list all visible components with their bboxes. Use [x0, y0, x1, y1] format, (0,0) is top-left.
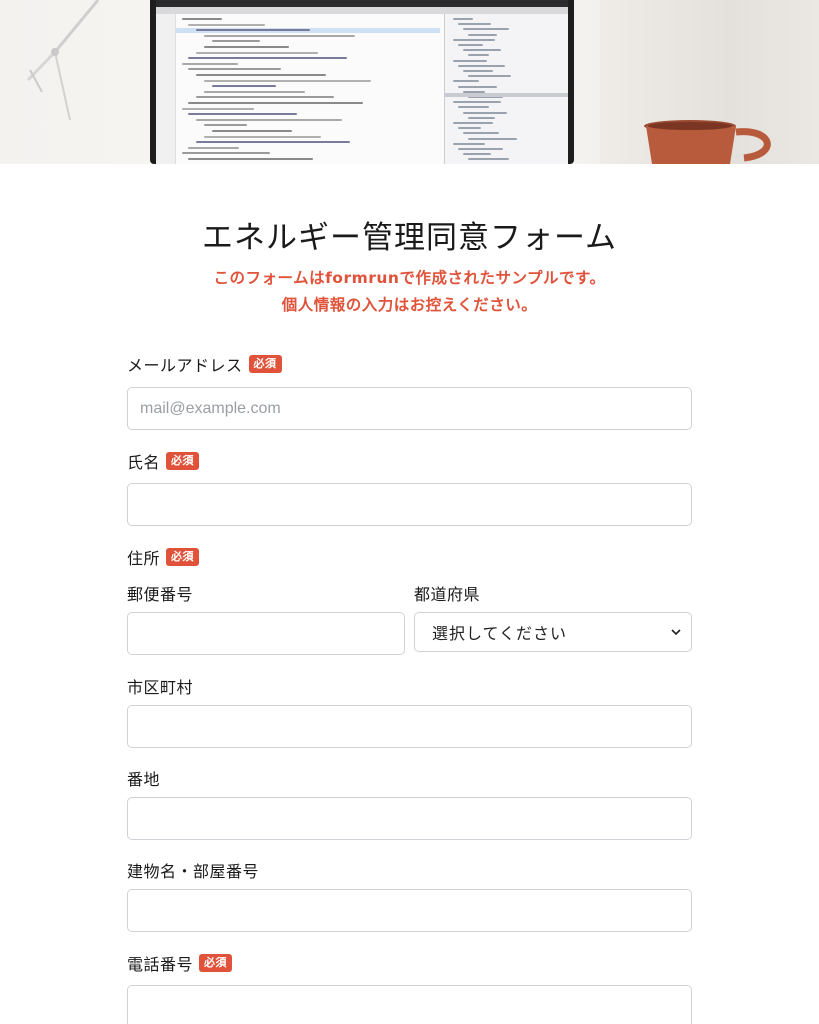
tree-item [453, 80, 479, 83]
code-line [204, 79, 371, 82]
coffee-cup-illustration [644, 120, 771, 164]
code-line [196, 74, 326, 76]
tree-item [458, 148, 503, 150]
code-line [196, 141, 350, 144]
phone-label: 電話番号 [127, 955, 194, 974]
code-line [182, 18, 222, 20]
phone-input[interactable] [127, 985, 692, 1024]
sample-notice: このフォームはformrunで作成されたサンプルです。 [213, 269, 606, 287]
ide-line-gutter [156, 14, 176, 164]
name-input[interactable] [127, 483, 692, 526]
header-photo [0, 0, 819, 164]
address-label: 住所 [127, 549, 161, 568]
tree-item [463, 111, 507, 114]
code-line [188, 102, 363, 104]
code-line [204, 124, 247, 127]
ide-project-tree [444, 14, 568, 164]
tree-item [453, 142, 485, 145]
laptop-screen [156, 0, 568, 164]
laptop [150, 0, 574, 164]
tree-item [453, 101, 501, 104]
prefecture-selected-value: 選択してください [432, 624, 568, 643]
required-badge: 必須 [166, 548, 200, 566]
email-input[interactable] [127, 387, 692, 430]
prefecture-label: 都道府県 [414, 585, 481, 604]
tree-item [453, 122, 493, 124]
code-line [204, 34, 355, 37]
ide-titlebar [156, 7, 568, 14]
postal-code-label: 郵便番号 [127, 585, 194, 604]
city-label: 市区町村 [127, 678, 194, 697]
tree-item [463, 132, 499, 135]
prefecture-select[interactable]: 選択してください [414, 612, 692, 652]
postal-code-input[interactable] [127, 612, 405, 655]
building-label: 建物名・部屋番号 [127, 862, 260, 881]
tree-item [468, 75, 511, 78]
phone-label-group: 電話番号 必須 [127, 951, 233, 975]
code-line [182, 62, 238, 65]
tree-item [468, 33, 497, 36]
tree-item [463, 153, 491, 156]
code-line [212, 40, 260, 43]
tree-item [468, 116, 495, 119]
ide-tree-selection [444, 93, 568, 97]
tree-item [453, 18, 473, 20]
code-line [212, 130, 292, 132]
code-line [182, 152, 270, 155]
code-line [188, 158, 313, 160]
tree-item [468, 158, 509, 161]
code-line [196, 96, 334, 99]
building-input[interactable] [127, 889, 692, 932]
code-line [204, 135, 321, 138]
required-badge: 必須 [248, 355, 282, 373]
code-line [188, 146, 239, 149]
code-line [188, 113, 297, 116]
city-input[interactable] [127, 705, 692, 748]
tree-item [468, 54, 489, 57]
code-line [188, 23, 265, 26]
tree-item [463, 49, 501, 52]
tree-item [458, 23, 491, 26]
tree-item [453, 59, 487, 62]
chevron-down-icon [671, 629, 681, 636]
email-label-group: メールアドレス 必須 [127, 352, 282, 376]
required-badge: 必須 [166, 452, 200, 470]
name-label: 氏名 [127, 453, 161, 472]
required-badge: 必須 [199, 954, 233, 972]
tree-item [458, 44, 483, 46]
tree-item [458, 127, 481, 130]
tree-item [458, 64, 505, 67]
code-line [182, 107, 254, 110]
code-line [188, 57, 347, 60]
code-line [204, 90, 305, 93]
code-line [196, 29, 310, 32]
address-label-group: 住所 必須 [127, 545, 200, 569]
email-label: メールアドレス [127, 356, 243, 375]
ide-code-area [178, 14, 440, 164]
privacy-notice: 個人情報の入力はお控えください。 [281, 296, 538, 314]
code-line [196, 118, 342, 121]
code-line [188, 68, 281, 71]
name-label-group: 氏名 必須 [127, 449, 200, 473]
tree-item [458, 85, 497, 88]
tree-item [458, 106, 489, 109]
street-input[interactable] [127, 797, 692, 840]
tree-item [468, 137, 517, 140]
code-line [212, 85, 276, 88]
form-title: エネルギー管理同意フォーム [201, 220, 618, 256]
desk-lamp-illustration [26, 0, 100, 121]
ide-menubar [156, 0, 568, 7]
code-line [204, 46, 289, 48]
tree-item [463, 70, 493, 72]
code-line [196, 51, 318, 54]
tree-item [463, 28, 509, 31]
tree-item [453, 38, 495, 41]
street-label: 番地 [127, 770, 161, 789]
